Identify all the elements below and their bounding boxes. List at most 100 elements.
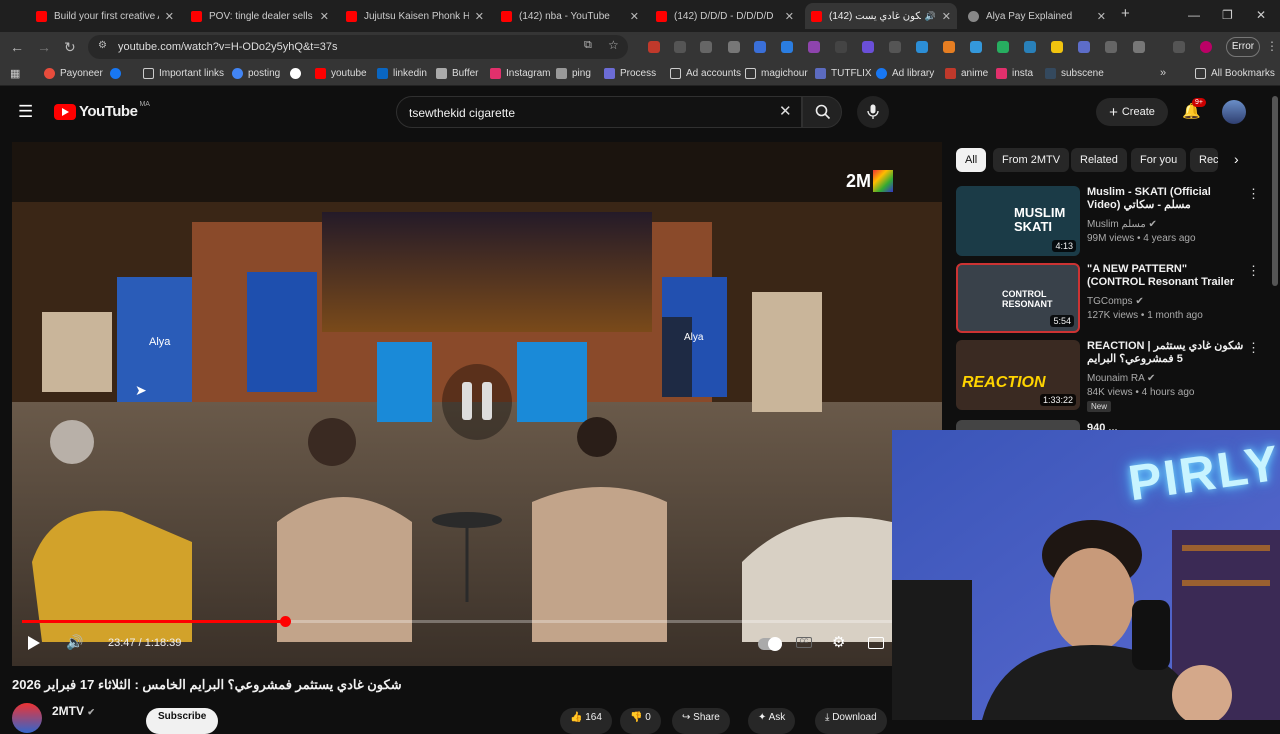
close-tab-icon[interactable]: ✕ — [942, 10, 951, 23]
extension-icon[interactable] — [808, 41, 820, 53]
progress-bar[interactable] — [22, 616, 892, 627]
browser-tab[interactable]: Build your first creative A ✕ — [30, 3, 180, 29]
site-info-icon[interactable]: ⚙ — [98, 40, 107, 51]
bookmark-item[interactable]: posting — [232, 68, 280, 79]
recommendation-item[interactable]: CONTROL RESONANT 5:54 "A NEW PATTERN" (C… — [956, 263, 1271, 335]
profile-avatar-icon[interactable] — [1200, 41, 1212, 53]
like-button[interactable]: 👍 164 — [560, 708, 612, 734]
bookmark-folder[interactable]: Important links — [143, 68, 224, 79]
extensions-puzzle-icon[interactable] — [1133, 41, 1145, 53]
extension-icon[interactable] — [728, 41, 740, 53]
extension-icon[interactable] — [1078, 41, 1090, 53]
video-thumbnail[interactable]: MUSLIM SKATI 4:13 — [956, 186, 1080, 256]
forward-icon[interactable]: → — [37, 39, 51, 55]
extension-icon[interactable] — [1105, 41, 1117, 53]
bookmark-item[interactable]: insta — [996, 68, 1033, 79]
channel-name[interactable]: 2MTV ✔ — [52, 704, 95, 718]
extension-icon[interactable] — [674, 41, 686, 53]
extension-icon[interactable] — [835, 41, 847, 53]
more-actions-icon[interactable]: ⋮ — [1247, 263, 1260, 279]
clear-search-icon[interactable]: ✕ — [779, 102, 792, 120]
search-box[interactable]: tsewthekid cigarette ✕ — [396, 96, 802, 128]
error-button[interactable]: Error — [1226, 37, 1260, 57]
extension-icon[interactable] — [970, 41, 982, 53]
chip-all[interactable]: All — [956, 148, 987, 172]
extension-icon[interactable] — [700, 41, 712, 53]
miniplayer-icon[interactable] — [868, 637, 884, 649]
browser-tab[interactable]: Alya Pay Explained ✕ — [962, 3, 1112, 29]
reload-icon[interactable]: ↻ — [64, 39, 76, 56]
video-player[interactable]: 2M Alya Alya ➤ 🔊 23:47 / 1:18:39 CC ⚙ — [12, 142, 942, 666]
install-icon[interactable]: ⧉ — [584, 39, 592, 52]
notifications-button[interactable]: 🔔 9+ — [1182, 98, 1206, 121]
bookmark-item[interactable]: TUTFLIX — [815, 68, 872, 79]
bookmark-item[interactable] — [290, 68, 306, 79]
browser-tab[interactable]: Jujutsu Kaisen Phonk HD ✕ — [340, 3, 490, 29]
bookmark-item[interactable]: youtube — [315, 68, 367, 79]
extension-icon[interactable] — [754, 41, 766, 53]
bookmark-item[interactable]: Ad library — [876, 68, 934, 79]
settings-gear-icon[interactable]: ⚙ — [832, 633, 845, 651]
video-thumbnail[interactable]: CONTROL RESONANT 5:54 — [956, 263, 1080, 333]
extension-icon[interactable] — [648, 41, 660, 53]
bookmark-item[interactable]: Instagram — [490, 68, 550, 79]
dislike-button[interactable]: 👎 0 — [620, 708, 661, 734]
speaker-icon[interactable]: 🔊 — [925, 11, 936, 22]
bookmark-item[interactable]: Process — [604, 68, 656, 79]
maximize-icon[interactable]: ❐ — [1222, 8, 1233, 22]
video-title[interactable]: REACTION | شكون غادي يستثمر 5 فمشروعي؟ ا… — [1087, 340, 1247, 366]
reading-list-icon[interactable] — [1173, 41, 1185, 53]
sidebar-scrollbar[interactable] — [1272, 96, 1278, 286]
browser-tab[interactable]: (142) D/D/D - D/D/D/D ✕ — [650, 3, 800, 29]
more-actions-icon[interactable]: ⋮ — [1247, 340, 1260, 356]
extension-icon[interactable] — [889, 41, 901, 53]
video-title[interactable]: "A NEW PATTERN" (CONTROL Resonant Traile… — [1087, 263, 1247, 289]
search-input[interactable]: tsewthekid cigarette — [409, 106, 515, 120]
extension-icon[interactable] — [1051, 41, 1063, 53]
close-tab-icon[interactable]: ✕ — [785, 10, 794, 23]
apps-grid-icon[interactable]: ▦ — [10, 67, 20, 80]
bookmark-star-icon[interactable]: ☆ — [608, 38, 619, 52]
close-window-icon[interactable]: ✕ — [1256, 8, 1266, 22]
close-tab-icon[interactable]: ✕ — [1097, 10, 1106, 23]
browser-tab-active[interactable]: (142) شكون غادي يست🔊✕ — [805, 3, 957, 29]
close-tab-icon[interactable]: ✕ — [165, 10, 174, 23]
voice-search-button[interactable] — [857, 96, 889, 128]
chip-related[interactable]: Related — [1071, 148, 1127, 172]
all-bookmarks[interactable]: All Bookmarks — [1195, 68, 1275, 79]
bookmark-item[interactable] — [110, 68, 126, 79]
channel-name[interactable]: Muslim مسلم ✔ — [1087, 219, 1157, 230]
bookmark-item[interactable]: anime — [945, 68, 988, 79]
chip-for-you[interactable]: For you — [1131, 148, 1187, 172]
minimize-icon[interactable]: — — [1188, 8, 1200, 22]
url-bar[interactable]: ⚙ youtube.com/watch?v=H-ODo2y5yhQ&t=37s … — [88, 35, 628, 59]
browser-menu-icon[interactable]: ⋮ — [1266, 39, 1278, 53]
bookmark-item[interactable]: magichour — [745, 68, 808, 79]
captions-icon[interactable]: CC — [796, 637, 812, 648]
close-tab-icon[interactable]: ✕ — [475, 10, 484, 23]
video-thumbnail[interactable]: REACTION 1:33:22 — [956, 340, 1080, 410]
extension-icon[interactable] — [1024, 41, 1036, 53]
subscribe-button[interactable]: Subscribe — [146, 708, 219, 734]
share-button[interactable]: ↪ Share — [672, 708, 730, 734]
close-tab-icon[interactable]: ✕ — [320, 10, 329, 23]
channel-name[interactable]: Mounaim RA ✔ — [1087, 373, 1155, 384]
chips-next-icon[interactable]: › — [1234, 151, 1239, 167]
browser-tab[interactable]: (142) nba - YouTube ✕ — [495, 3, 645, 29]
download-button[interactable]: ⤓ Download — [815, 708, 887, 734]
bookmark-item[interactable]: Buffer — [436, 68, 479, 79]
back-icon[interactable]: ← — [10, 39, 24, 55]
more-actions-icon[interactable]: ⋮ — [1247, 186, 1260, 202]
channel-avatar[interactable] — [12, 703, 42, 733]
create-button[interactable]: + Create — [1096, 98, 1168, 126]
close-tab-icon[interactable]: ✕ — [630, 10, 639, 23]
recommendation-item[interactable]: MUSLIM SKATI 4:13 Muslim - SKATI (Offici… — [956, 186, 1271, 258]
bookmark-item[interactable]: subscene — [1045, 68, 1104, 79]
pause-overlay-button[interactable] — [442, 364, 512, 440]
progress-scrubber[interactable] — [279, 616, 291, 627]
extension-icon[interactable] — [781, 41, 793, 53]
bookmark-item[interactable]: ping — [556, 68, 591, 79]
extension-icon[interactable] — [916, 41, 928, 53]
extension-icon[interactable] — [943, 41, 955, 53]
account-avatar[interactable] — [1222, 100, 1246, 124]
